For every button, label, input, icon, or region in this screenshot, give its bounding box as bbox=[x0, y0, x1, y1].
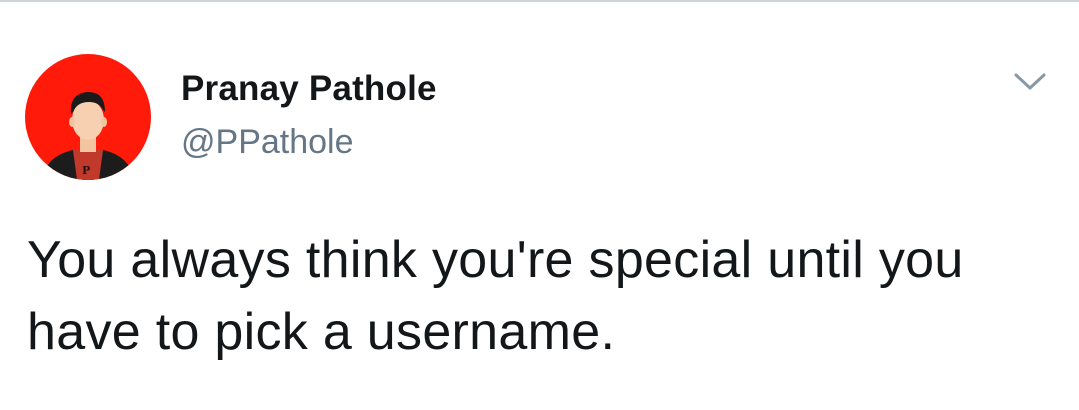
chevron-down-icon bbox=[1014, 73, 1046, 90]
tweet-menu-button[interactable] bbox=[1008, 64, 1052, 100]
avatar-illustration-icon: P bbox=[25, 54, 151, 180]
tweet-card: P Pranay Pathole @PPathole You always th… bbox=[0, 0, 1079, 410]
display-name[interactable]: Pranay Pathole bbox=[181, 68, 437, 110]
avatar[interactable]: P bbox=[25, 54, 151, 180]
tweet-text: You always think you're special until yo… bbox=[27, 231, 964, 361]
shirt-letter: P bbox=[82, 164, 90, 177]
username-handle[interactable]: @PPathole bbox=[181, 121, 354, 163]
